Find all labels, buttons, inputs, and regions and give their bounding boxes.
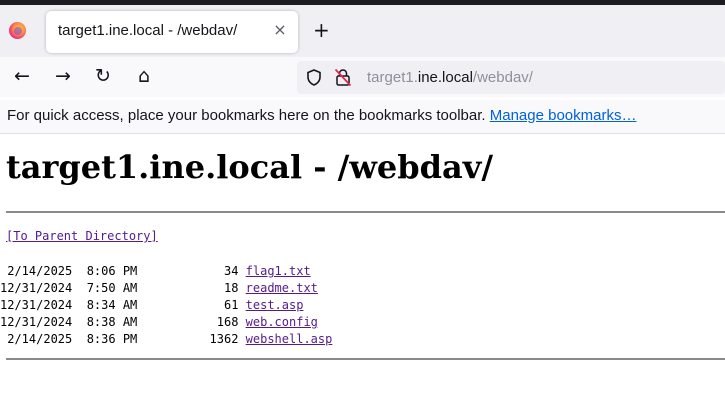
page-heading: target1.ine.local - /webdav/	[6, 148, 494, 186]
address-bar[interactable]: target1.ine.local/webdav/	[297, 61, 725, 94]
url-text[interactable]: target1.ine.local/webdav/	[367, 69, 533, 86]
back-button[interactable]: ←	[10, 65, 34, 89]
file-link[interactable]: readme.txt	[246, 281, 318, 295]
page-content: target1.ine.local - /webdav/ [To Parent …	[0, 134, 725, 400]
bookmarks-hint: For quick access, place your bookmarks h…	[7, 107, 636, 124]
top-divider	[6, 211, 725, 213]
file-row: 2/14/2025 8:06 PM 34 flag1.txt	[0, 263, 332, 280]
navigation-toolbar: ← → ↻ ⌂ target1.ine.local/webdav/	[0, 57, 725, 97]
file-row: 12/31/2024 8:38 AM 168 web.config	[0, 314, 332, 331]
file-link[interactable]: webshell.asp	[246, 332, 333, 346]
url-subdomain: target1.	[367, 69, 418, 86]
file-meta: 12/31/2024 8:38 AM 168	[0, 315, 246, 329]
manage-bookmarks-link[interactable]: Manage bookmarks…	[490, 107, 637, 124]
file-meta: 12/31/2024 8:34 AM 61	[0, 298, 246, 312]
file-meta: 12/31/2024 7:50 AM 18	[0, 281, 246, 295]
bookmarks-message: For quick access, place your bookmarks h…	[7, 107, 490, 124]
tab-close-icon[interactable]: ×	[271, 20, 289, 39]
tab-active[interactable]: target1.ine.local - /webdav/ ×	[46, 11, 298, 53]
tracking-shield-icon[interactable]	[306, 69, 322, 90]
file-link[interactable]: web.config	[246, 315, 318, 329]
file-link[interactable]: test.asp	[246, 298, 304, 312]
insecure-lock-icon[interactable]	[334, 68, 352, 91]
firefox-logo-icon[interactable]	[9, 22, 26, 39]
home-button[interactable]: ⌂	[132, 65, 156, 89]
file-row: 12/31/2024 7:50 AM 18 readme.txt	[0, 280, 332, 297]
file-meta: 2/14/2025 8:36 PM 1362	[0, 332, 246, 346]
url-domain: ine.local	[417, 69, 473, 86]
file-link[interactable]: flag1.txt	[246, 264, 311, 278]
file-listing: 2/14/2025 8:06 PM 34 flag1.txt 12/31/2024…	[0, 263, 332, 348]
url-path: /webdav/	[472, 69, 533, 86]
forward-button[interactable]: →	[51, 65, 75, 89]
bookmarks-toolbar: For quick access, place your bookmarks h…	[0, 100, 725, 134]
tab-strip: target1.ine.local - /webdav/ × +	[0, 0, 725, 62]
parent-directory-link[interactable]: [To Parent Directory]	[6, 229, 158, 243]
reload-button[interactable]: ↻	[91, 65, 115, 89]
file-meta: 2/14/2025 8:06 PM 34	[0, 264, 246, 278]
tab-title: target1.ine.local - /webdav/	[58, 22, 238, 39]
new-tab-button[interactable]: +	[313, 20, 330, 40]
bottom-divider	[6, 358, 725, 360]
file-row: 12/31/2024 8:34 AM 61 test.asp	[0, 297, 332, 314]
file-row: 2/14/2025 8:36 PM 1362 webshell.asp	[0, 331, 332, 348]
